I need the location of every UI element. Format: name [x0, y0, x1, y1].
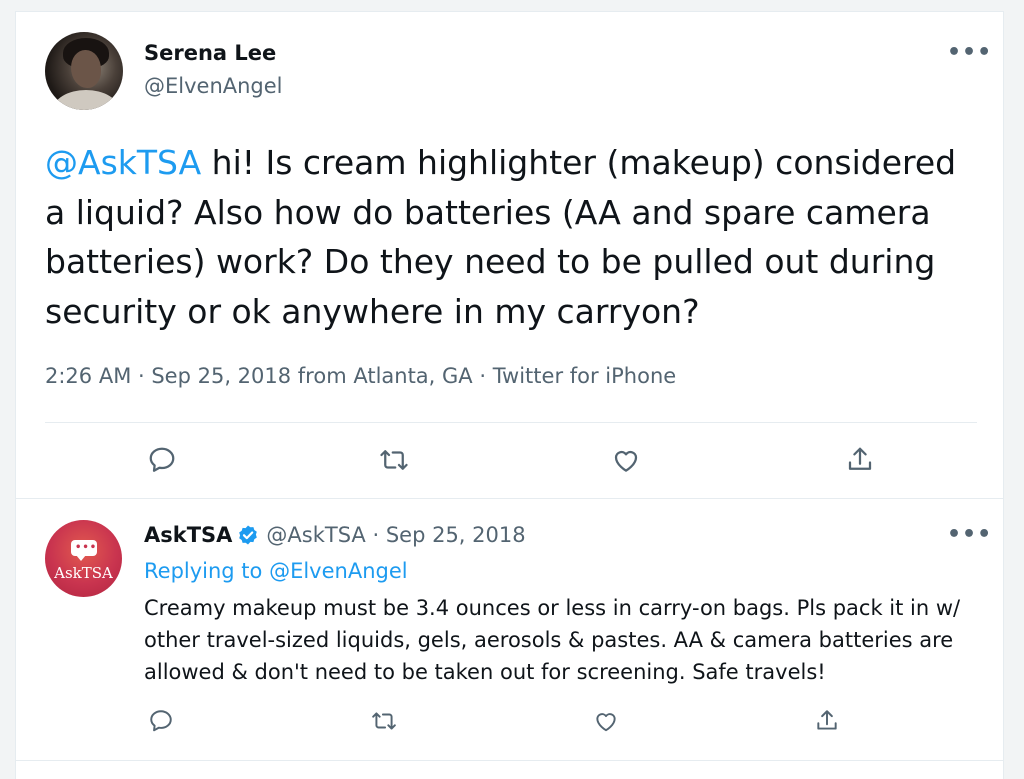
- like-icon: [614, 450, 638, 472]
- retweet-icon: [372, 712, 396, 730]
- reply-text: Creamy makeup must be 3.4 ounces or less…: [144, 596, 961, 684]
- retweet-button[interactable]: [374, 440, 414, 480]
- tweet-text: @AskTSA hi! Is cream highlighter (makeup…: [45, 138, 985, 336]
- avatar[interactable]: [45, 32, 123, 110]
- avatar[interactable]: ••• AskTSA: [45, 520, 122, 597]
- share-icon: [817, 710, 837, 730]
- verified-badge-icon: [239, 525, 258, 545]
- share-button[interactable]: [807, 701, 847, 741]
- reply-header: AskTSA @AskTSA · Sep 25, 2018: [144, 523, 526, 548]
- more-options-button[interactable]: •••: [947, 524, 992, 546]
- reply-icon: [149, 447, 175, 472]
- share-icon: [848, 447, 872, 470]
- replying-to: Replying to @ElvenAngel: [144, 559, 408, 583]
- share-button[interactable]: [840, 440, 880, 480]
- author-name[interactable]: Serena Lee: [144, 41, 276, 65]
- tweet-timestamp[interactable]: 2:26 AM · Sep 25, 2018 from Atlanta, GA …: [45, 364, 676, 388]
- reply-button[interactable]: [142, 440, 182, 480]
- reply-icon: [150, 710, 172, 732]
- reply-author-name[interactable]: AskTSA: [144, 523, 232, 547]
- divider: [16, 498, 1004, 499]
- mention-link[interactable]: @AskTSA: [45, 143, 201, 182]
- replying-to-link[interactable]: @ElvenAngel: [269, 559, 408, 583]
- reply-handle-date[interactable]: @AskTSA · Sep 25, 2018: [266, 523, 525, 547]
- divider: [16, 760, 1004, 761]
- retweet-icon: [380, 450, 408, 470]
- more-options-button[interactable]: •••: [947, 42, 992, 64]
- reply-button[interactable]: [141, 701, 181, 741]
- retweet-button[interactable]: [364, 701, 404, 741]
- divider: [45, 422, 977, 423]
- like-button[interactable]: [606, 440, 646, 480]
- like-button[interactable]: [586, 701, 626, 741]
- like-icon: [596, 713, 616, 732]
- replying-to-prefix: Replying to: [144, 559, 270, 583]
- avatar-label: AskTSA: [54, 564, 113, 582]
- author-handle[interactable]: @ElvenAngel: [144, 74, 283, 98]
